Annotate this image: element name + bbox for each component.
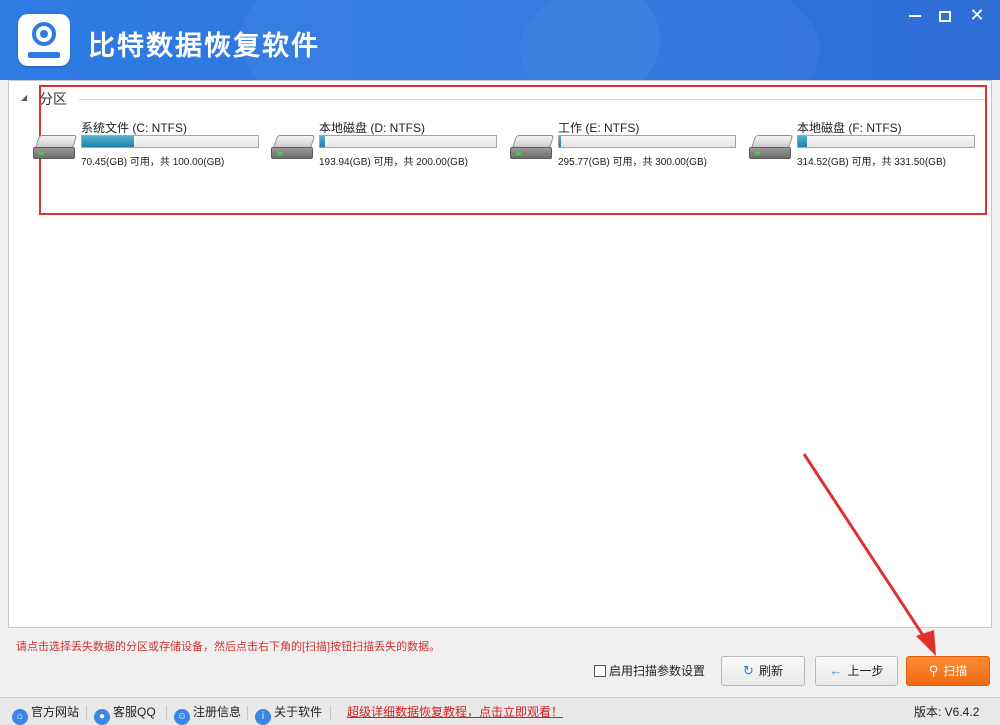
usage-fill (559, 136, 562, 147)
footer-divider (247, 706, 248, 720)
about-software-link[interactable]: i 关于软件 (255, 703, 323, 725)
info-icon: i (255, 709, 271, 725)
scan-button[interactable]: ⚲ 扫描 (906, 656, 990, 686)
qq-icon: ● (94, 709, 110, 725)
instruction-hint: 请点击选择丢失数据的分区或存储设备，然后点击右下角的[扫描]按钮扫描丢失的数据。 (16, 641, 441, 653)
scan-label: 扫描 (943, 664, 968, 678)
scan-options-checkbox[interactable]: 启用扫描参数设置 (594, 662, 705, 680)
footer-divider (330, 706, 331, 720)
footer-divider (166, 706, 167, 720)
user-icon: ☺ (174, 709, 190, 725)
usage-bar (319, 135, 497, 148)
title-bar: 比特数据恢复软件 ✕ (0, 0, 1000, 80)
title-decoration (520, 0, 820, 80)
drive-capacity: 314.52(GB) 可用，共 331.50(GB) (797, 157, 946, 168)
usage-fill (320, 136, 326, 147)
qq-label: 客服QQ (113, 705, 156, 719)
refresh-button[interactable]: ↻ 刷新 (721, 656, 805, 686)
app-logo-icon (18, 14, 70, 66)
footer-divider (86, 706, 87, 720)
refresh-icon: ↻ (743, 663, 754, 678)
drive-name: 本地磁盘 (D: NTFS) (319, 121, 425, 135)
drive-capacity: 70.45(GB) 可用，共 100.00(GB) (81, 157, 225, 168)
partition-panel: ◢ 分区 系统文件 (C: NTFS) 70.45(GB) 可用，共 100.0… (8, 80, 992, 628)
previous-button[interactable]: ← 上一步 (815, 656, 898, 686)
minimize-icon[interactable] (900, 4, 930, 26)
arrow-left-icon: ← (829, 663, 843, 678)
drive-item-c[interactable]: 系统文件 (C: NTFS) 70.45(GB) 可用，共 100.00(GB) (33, 119, 265, 175)
search-icon: ⚲ (928, 663, 939, 678)
about-label: 关于软件 (274, 705, 323, 719)
status-bar: ⌂ 官方网站 ● 客服QQ ☺ 注册信息 i 关于软件 超级详细数据恢复教程，点击立即观… (0, 697, 1000, 725)
hard-drive-icon (510, 135, 555, 161)
usage-fill (798, 136, 807, 147)
drive-item-e[interactable]: 工作 (E: NTFS) 295.77(GB) 可用，共 300.00(GB) (510, 119, 742, 175)
drive-name: 本地磁盘 (F: NTFS) (797, 121, 902, 135)
drive-item-d[interactable]: 本地磁盘 (D: NTFS) 193.94(GB) 可用，共 200.00(GB… (271, 119, 503, 175)
register-info-link[interactable]: ☺ 注册信息 (174, 703, 242, 725)
maximize-icon[interactable] (930, 4, 960, 26)
usage-bar (558, 135, 736, 148)
hard-drive-icon (749, 135, 794, 161)
hard-drive-icon (33, 135, 78, 161)
drive-name: 工作 (E: NTFS) (558, 121, 640, 135)
hard-drive-icon (271, 135, 316, 161)
scan-options-label: 启用扫描参数设置 (609, 664, 706, 678)
checkbox-box[interactable] (594, 665, 606, 677)
drive-capacity: 295.77(GB) 可用，共 300.00(GB) (558, 157, 707, 168)
previous-label: 上一步 (847, 664, 884, 678)
drive-capacity: 193.94(GB) 可用，共 200.00(GB) (319, 157, 468, 168)
app-title: 比特数据恢复软件 (88, 31, 320, 62)
register-label: 注册信息 (193, 705, 242, 719)
website-label: 官方网站 (31, 705, 80, 719)
usage-bar (81, 135, 259, 148)
support-qq-link[interactable]: ● 客服QQ (94, 703, 156, 725)
usage-bar (797, 135, 975, 148)
tutorial-link[interactable]: 超级详细数据恢复教程，点击立即观看！ (347, 703, 563, 721)
version-label: 版本: V6.4.2 (914, 705, 980, 719)
collapse-triangle-icon[interactable]: ◢ (21, 93, 27, 102)
official-website-link[interactable]: ⌂ 官方网站 (12, 703, 80, 725)
drive-item-f[interactable]: 本地磁盘 (F: NTFS) 314.52(GB) 可用，共 331.50(GB… (749, 119, 981, 175)
refresh-label: 刷新 (758, 664, 783, 678)
drive-name: 系统文件 (C: NTFS) (81, 121, 187, 135)
usage-fill (82, 136, 134, 147)
home-icon: ⌂ (12, 709, 28, 725)
close-icon[interactable]: ✕ (962, 4, 992, 26)
